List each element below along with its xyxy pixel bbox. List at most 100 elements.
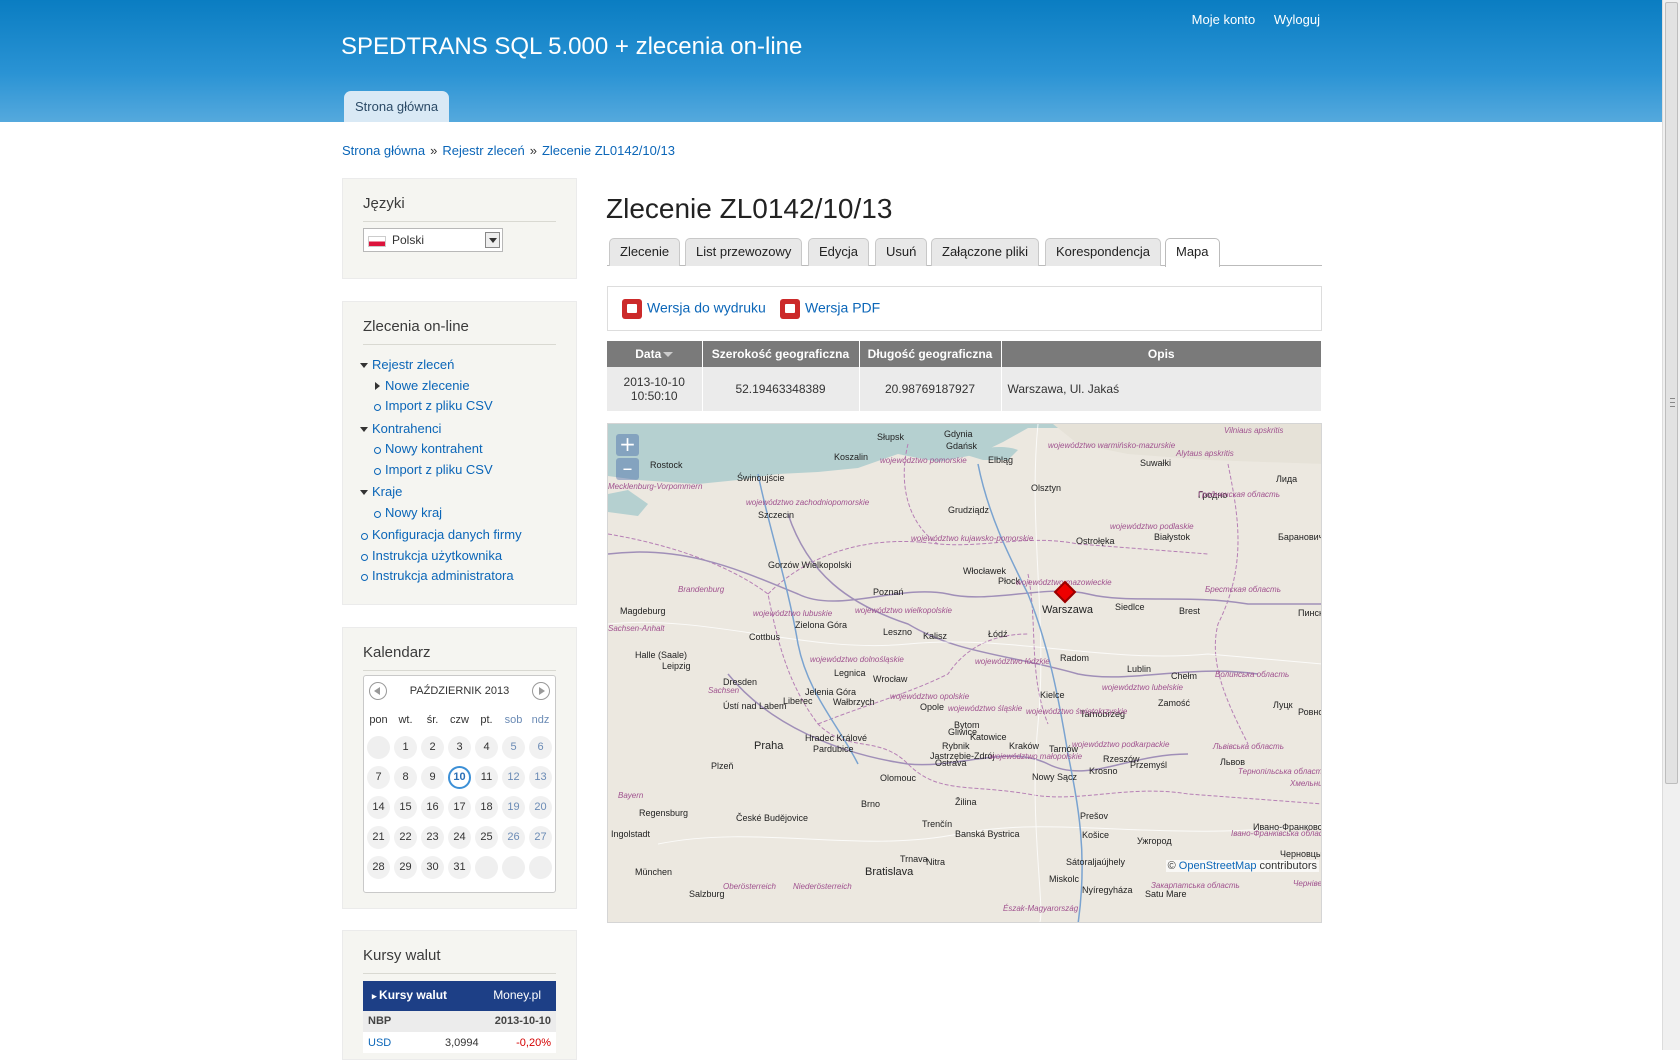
calendar-day[interactable]: 13 — [529, 766, 552, 789]
menu-link[interactable]: Import z pliku CSV — [385, 398, 493, 413]
breadcrumb-home[interactable]: Strona główna — [342, 143, 425, 158]
map-region-label: województwo świętokrzyskie — [1026, 707, 1128, 716]
map-region-label: Vilniaus apskritis — [1224, 426, 1284, 435]
breadcrumb-current[interactable]: Zlecenie ZL0142/10/13 — [542, 143, 675, 158]
calendar-day[interactable]: 11 — [475, 766, 498, 789]
menu-link[interactable]: Kontrahenci — [372, 421, 441, 436]
menu-item-company-config[interactable]: Konfiguracja danych firmy — [360, 525, 522, 546]
print-version-link[interactable]: Wersja do wydruku — [622, 299, 766, 319]
menu-item-import-contractors-csv[interactable]: Import z pliku CSV — [373, 460, 522, 481]
calendar-day[interactable]: 28 — [367, 856, 390, 879]
menu-link[interactable]: Kraje — [372, 484, 402, 499]
page-scrollbar[interactable] — [1662, 0, 1680, 1050]
tab-delete[interactable]: Usuń — [875, 238, 928, 266]
currency-source-row: NBP 2013-10-10 — [363, 1011, 556, 1033]
column-date[interactable]: Data — [607, 341, 703, 367]
map-city-label: Žilina — [955, 797, 977, 807]
map-view[interactable]: Słupsk Gdynia Gdańsk Rostock Koszalin Elbląg O… — [607, 423, 1322, 923]
map-city-label: Zielona Góra — [795, 620, 848, 630]
chevron-right-icon[interactable] — [532, 682, 550, 700]
menu-item-new-order[interactable]: Nowe zlecenie — [373, 376, 522, 397]
calendar-day[interactable]: 30 — [421, 856, 444, 879]
calendar-day[interactable]: 27 — [529, 826, 552, 849]
tab-order[interactable]: Zlecenie — [609, 238, 681, 266]
calendar-day[interactable]: 31 — [448, 856, 471, 879]
calendar-day[interactable]: 20 — [529, 796, 552, 819]
map-city-label: Ужгород — [1137, 836, 1172, 846]
tab-edit[interactable]: Edycja — [808, 238, 870, 266]
calendar-day[interactable]: 29 — [394, 856, 417, 879]
calendar-day[interactable]: 4 — [475, 736, 498, 759]
calendar-day[interactable]: 17 — [448, 796, 471, 819]
calendar-weekday: pt. — [480, 714, 493, 726]
menu-link[interactable]: Nowe zlecenie — [385, 378, 470, 393]
calendar-day[interactable]: 12 — [502, 766, 525, 789]
site-name[interactable]: SPEDTRANS SQL 5.000 + zlecenia on-line — [341, 33, 802, 61]
currency-code[interactable]: USD — [368, 1037, 391, 1049]
tab-attachments[interactable]: Załączone pliki — [931, 238, 1039, 266]
menu-link[interactable]: Nowy kraj — [385, 505, 442, 520]
calendar-day[interactable]: 6 — [529, 736, 552, 759]
menu-link[interactable]: Konfiguracja danych firmy — [372, 527, 522, 542]
menu-item-new-country[interactable]: Nowy kraj — [373, 503, 522, 524]
zoom-in-button[interactable]: + — [616, 434, 639, 456]
calendar-day[interactable]: 3 — [448, 736, 471, 759]
attribution-copyright: © — [1167, 860, 1176, 872]
calendar-day[interactable]: 18 — [475, 796, 498, 819]
menu-link[interactable]: Import z pliku CSV — [385, 462, 493, 477]
menu-item-orders-register[interactable]: Rejestr zleceń — [360, 355, 522, 376]
calendar-day[interactable]: 22 — [394, 826, 417, 849]
menu-link[interactable]: Instrukcja administratora — [372, 568, 514, 583]
calendar-day[interactable]: 2 — [421, 736, 444, 759]
attribution-link[interactable]: OpenStreetMap — [1179, 860, 1257, 872]
breadcrumb-orders[interactable]: Rejestr zleceń — [442, 143, 524, 158]
menu-item-import-orders-csv[interactable]: Import z pliku CSV — [373, 396, 522, 417]
map-city-label: Elbląg — [988, 455, 1014, 465]
calendar-day[interactable]: 5 — [502, 736, 525, 759]
page-title: Zlecenie ZL0142/10/13 — [606, 193, 893, 224]
map-city-label: Лида — [1276, 474, 1298, 484]
calendar-day[interactable]: 26 — [502, 826, 525, 849]
calendar-day[interactable]: 16 — [421, 796, 444, 819]
map-city-label: Trenčín — [922, 819, 953, 829]
calendar-day[interactable]: 15 — [394, 796, 417, 819]
calendar-day[interactable]: 1 — [394, 736, 417, 759]
menu-item-user-manual[interactable]: Instrukcja użytkownika — [360, 546, 522, 567]
calendar-day[interactable]: 21 — [367, 826, 390, 849]
scroll-grip-icon — [1670, 398, 1675, 407]
scrollbar-thumb[interactable] — [1665, 2, 1678, 784]
map-region-label: województwo pomorskie — [880, 456, 967, 465]
chevron-down-icon[interactable] — [485, 232, 500, 248]
column-description: Opis — [1001, 341, 1322, 367]
pdf-version-link[interactable]: Wersja PDF — [780, 299, 880, 319]
menu-link[interactable]: Rejestr zleceń — [372, 357, 454, 372]
calendar-day[interactable]: 19 — [502, 796, 525, 819]
menu-item-countries[interactable]: Kraje — [360, 482, 522, 503]
calendar-day[interactable]: 23 — [421, 826, 444, 849]
tab-waybill[interactable]: List przewozowy — [685, 238, 803, 266]
currency-widget-header[interactable]: Kursy walut Money.pl — [363, 981, 556, 1011]
calendar-day[interactable]: 25 — [475, 826, 498, 849]
calendar-day[interactable]: 8 — [394, 766, 417, 789]
calendar-day[interactable]: 9 — [421, 766, 444, 789]
calendar-day[interactable]: 7 — [367, 766, 390, 789]
calendar-day[interactable]: 14 — [367, 796, 390, 819]
map-city-label: Ostrołęka — [1076, 536, 1115, 546]
logout-link[interactable]: Wyloguj — [1274, 12, 1320, 27]
money-pl-logo[interactable]: Money.pl — [493, 988, 541, 1002]
menu-link[interactable]: Nowy kontrahent — [385, 441, 483, 456]
map-city-label: Trnava — [900, 854, 928, 864]
menu-item-new-contractor[interactable]: Nowy kontrahent — [373, 439, 522, 460]
tab-correspondence[interactable]: Korespondencja — [1045, 238, 1161, 266]
map-region-label: Львівська область — [1213, 742, 1284, 751]
language-select[interactable]: Polski — [363, 228, 503, 252]
calendar-day[interactable]: 10 — [448, 766, 471, 789]
tab-home[interactable]: Strona główna — [344, 91, 450, 122]
menu-item-contractors[interactable]: Kontrahenci — [360, 419, 522, 440]
menu-link[interactable]: Instrukcja użytkownika — [372, 548, 502, 563]
menu-item-admin-manual[interactable]: Instrukcja administratora — [360, 566, 522, 587]
tab-map[interactable]: Mapa — [1165, 238, 1220, 267]
zoom-out-button[interactable]: – — [616, 458, 639, 480]
calendar-day[interactable]: 24 — [448, 826, 471, 849]
account-link[interactable]: Moje konto — [1192, 12, 1256, 27]
